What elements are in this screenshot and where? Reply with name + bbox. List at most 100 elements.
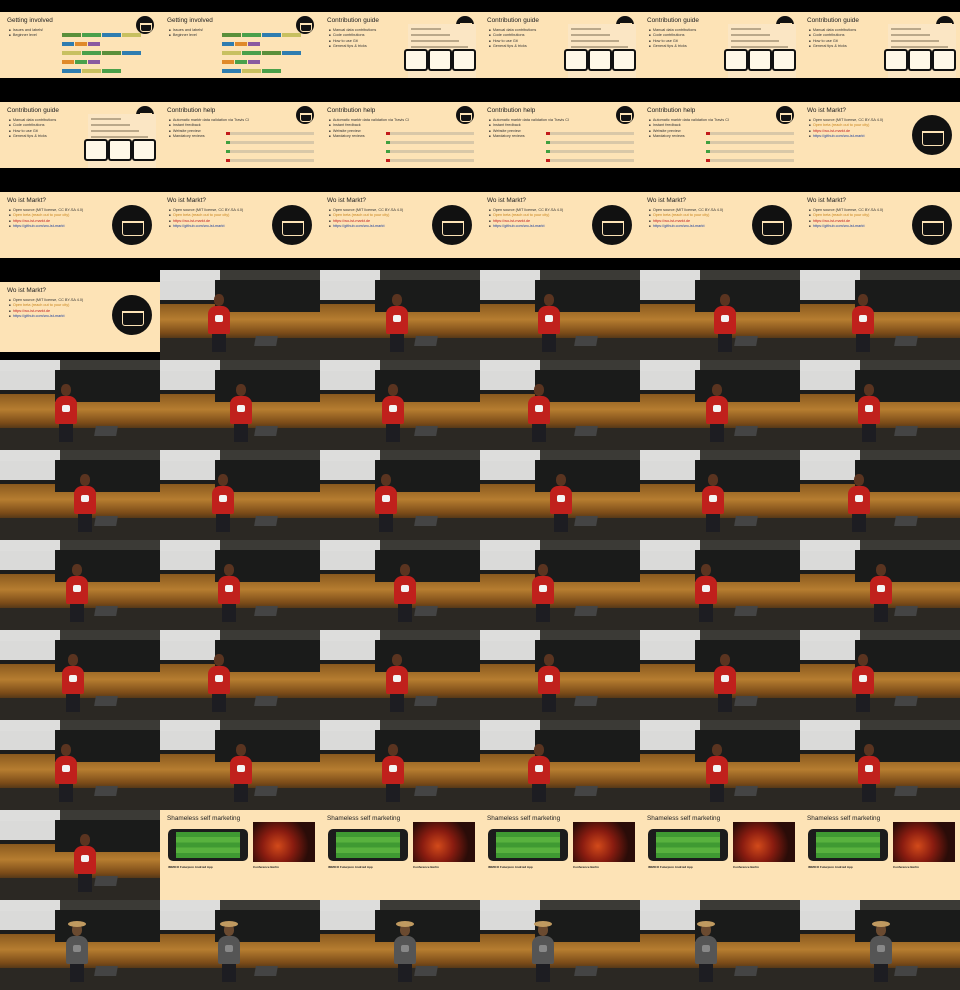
speaker xyxy=(538,294,560,352)
speaker xyxy=(532,921,554,982)
lectern-table xyxy=(800,428,960,450)
app-caption: IMMICO Futurpion Android App xyxy=(168,865,213,869)
frame-61 xyxy=(0,900,160,990)
chalkboard xyxy=(215,640,320,672)
frame-10: Contribution helpAutomatic marktr data v… xyxy=(480,102,640,168)
document-icon xyxy=(84,139,108,161)
basket-logo-icon xyxy=(432,205,472,245)
conference-promo-image xyxy=(253,822,315,862)
laptop xyxy=(734,966,758,976)
laptop xyxy=(94,786,118,796)
app-caption: IMMICO Futurpion Android App xyxy=(648,865,693,869)
ci-status-list xyxy=(386,126,474,168)
android-phone-screenshot xyxy=(168,829,248,861)
frame-11: Contribution helpAutomatic marktr data v… xyxy=(640,102,800,168)
frame-18: Wo ist Markt? Open source (MIT license, C… xyxy=(800,192,960,258)
document-icon xyxy=(564,49,588,71)
document-icon xyxy=(884,49,908,71)
ci-status-row xyxy=(546,159,634,162)
speaker xyxy=(852,294,874,352)
frame-54 xyxy=(800,720,960,810)
ci-status-row xyxy=(226,132,314,135)
frame-37 xyxy=(0,540,160,630)
chalkboard xyxy=(535,370,640,402)
basket-logo-icon xyxy=(616,106,634,124)
frame-48 xyxy=(800,630,960,720)
laptop xyxy=(734,696,758,706)
document-icon xyxy=(612,49,636,71)
laptop xyxy=(574,336,598,346)
speaker xyxy=(858,384,880,442)
speaker xyxy=(230,384,252,442)
laptop xyxy=(94,516,118,526)
label-bar xyxy=(222,33,317,37)
lectern-table xyxy=(480,968,640,990)
speaker xyxy=(714,294,736,352)
frame-20 xyxy=(160,270,320,360)
slide-bullets: Issues and labels!Beginner level xyxy=(9,28,43,39)
basket-logo-icon xyxy=(752,205,792,245)
event-caption: Conference Berlin xyxy=(733,865,759,869)
slide-bullet: https://github.com/wo-ist-markt xyxy=(809,134,883,139)
conference-promo-image xyxy=(413,822,475,862)
speaker xyxy=(74,474,96,532)
slide-bullets: Open source (MIT license, CC BY-SA 4.0)O… xyxy=(169,208,243,230)
conference-promo-image xyxy=(573,822,635,862)
frame-49 xyxy=(0,720,160,810)
laptop xyxy=(894,786,918,796)
speaker xyxy=(375,474,397,532)
slide-title: Wo ist Markt? xyxy=(7,287,46,294)
speaker xyxy=(55,384,77,442)
slide-title: Wo ist Markt? xyxy=(807,197,846,204)
android-phone-screenshot xyxy=(488,829,568,861)
speaker xyxy=(230,744,252,802)
basket-logo-icon xyxy=(912,115,952,155)
speaker xyxy=(382,384,404,442)
ci-status-row xyxy=(546,141,634,144)
frame-38 xyxy=(160,540,320,630)
ci-status-row xyxy=(706,159,794,162)
ci-status-row xyxy=(386,159,474,162)
slide-bullets: Open source (MIT license, CC BY-SA 4.0)O… xyxy=(489,208,563,230)
frame-50 xyxy=(160,720,320,810)
frame-47 xyxy=(640,630,800,720)
chalkboard xyxy=(695,640,800,672)
ci-status-row xyxy=(386,150,474,153)
slide-bullet: Beginner level xyxy=(9,33,43,38)
document-icon xyxy=(428,49,452,71)
slide-title: Shameless self marketing xyxy=(167,815,241,822)
contact-sheet-grid: Getting involved Issues and labels!Beginn… xyxy=(0,0,960,990)
document-icon xyxy=(108,139,132,161)
frame-56: Shameless self marketing IMMICO Futurpion… xyxy=(160,810,320,900)
laptop xyxy=(574,696,598,706)
slide-bullets: Open source (MIT license, CC BY-SA 4.0)O… xyxy=(649,208,723,230)
frame-55 xyxy=(0,810,160,900)
slide-bullets: Open source (MIT license, CC BY-SA 4.0)O… xyxy=(809,118,883,140)
frame-46 xyxy=(480,630,640,720)
label-bars xyxy=(62,28,157,78)
ci-status-row xyxy=(706,132,794,135)
basket-logo-icon xyxy=(112,205,152,245)
laptop xyxy=(734,786,758,796)
frame-27 xyxy=(320,360,480,450)
label-bar xyxy=(62,69,157,73)
speaker xyxy=(706,744,728,802)
laptop xyxy=(254,966,278,976)
laptop xyxy=(254,336,278,346)
speaker xyxy=(212,474,234,532)
event-caption: Conference Berlin xyxy=(253,865,279,869)
laptop xyxy=(94,966,118,976)
frame-23 xyxy=(640,270,800,360)
speaker xyxy=(528,744,550,802)
slide-bullet: https://github.com/wo-ist-markt xyxy=(9,314,83,319)
label-bar xyxy=(62,60,157,64)
frame-32 xyxy=(160,450,320,540)
slide-bullet: General tips & tricks xyxy=(329,44,376,49)
frame-14: Wo ist Markt? Open source (MIT license, C… xyxy=(160,192,320,258)
slide-title: Contribution help xyxy=(487,107,536,114)
laptop xyxy=(894,426,918,436)
ci-status-row xyxy=(226,159,314,162)
document-icon xyxy=(772,49,796,71)
slide-title: Getting involved xyxy=(7,17,53,24)
frame-51 xyxy=(320,720,480,810)
